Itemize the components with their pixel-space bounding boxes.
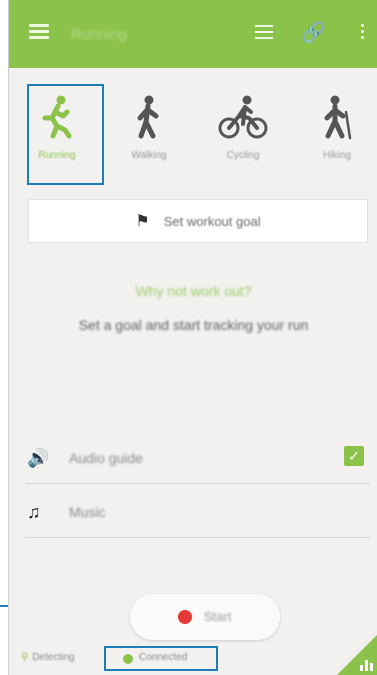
music-option[interactable]: ♫ Music [25,486,370,538]
music-icon: ♫ [27,502,41,522]
start-label: Start [204,609,232,624]
record-icon [178,610,192,624]
activity-walking[interactable]: Walking [111,84,187,184]
audio-guide-label: Audio guide [69,450,143,466]
cycling-icon [218,95,268,139]
walking-icon [137,95,159,139]
activity-label: Hiking [323,150,351,161]
audio-guide-checkbox[interactable]: ✓ [344,446,364,466]
chart-icon [359,657,373,671]
set-goal-label: Set workout goal [163,213,261,229]
prompt-headline: Why not work out? [135,283,252,299]
menu-icon[interactable] [29,24,49,40]
flag-icon: ⚑ [135,213,150,230]
prompt-subtext: Set a goal and start tracking your run [78,317,309,333]
more-icon[interactable] [361,24,365,42]
list-icon[interactable] [255,25,273,41]
activity-label: Walking [131,150,167,161]
activity-cycling[interactable]: Cycling [205,84,281,184]
location-pin-icon: ⚲ [21,652,29,663]
hiking-icon [324,95,352,140]
start-button[interactable]: Start [130,594,280,640]
gps-status-label: Detecting [32,652,75,663]
divider [25,483,370,484]
gps-status: ⚲ Detecting [21,652,75,663]
audio-guide-option[interactable]: 🔊 Audio guide ✓ [25,432,370,484]
connection-highlight [104,646,218,671]
link-icon[interactable]: 🔗 [301,20,326,44]
activity-label: Cycling [226,150,260,161]
audio-guide-icon: 🔊 [27,448,50,468]
activity-hiking[interactable]: Hiking [299,84,375,184]
selection-highlight [27,84,104,185]
set-goal-button[interactable]: ⚑ Set workout goal [28,199,368,243]
divider [25,537,370,538]
app-title: Running [71,26,127,43]
phone-screen: Running 🔗 Running Walking Cycling Hiking… [8,0,377,675]
music-label: Music [69,504,106,520]
app-bar: Running 🔗 [9,0,377,68]
